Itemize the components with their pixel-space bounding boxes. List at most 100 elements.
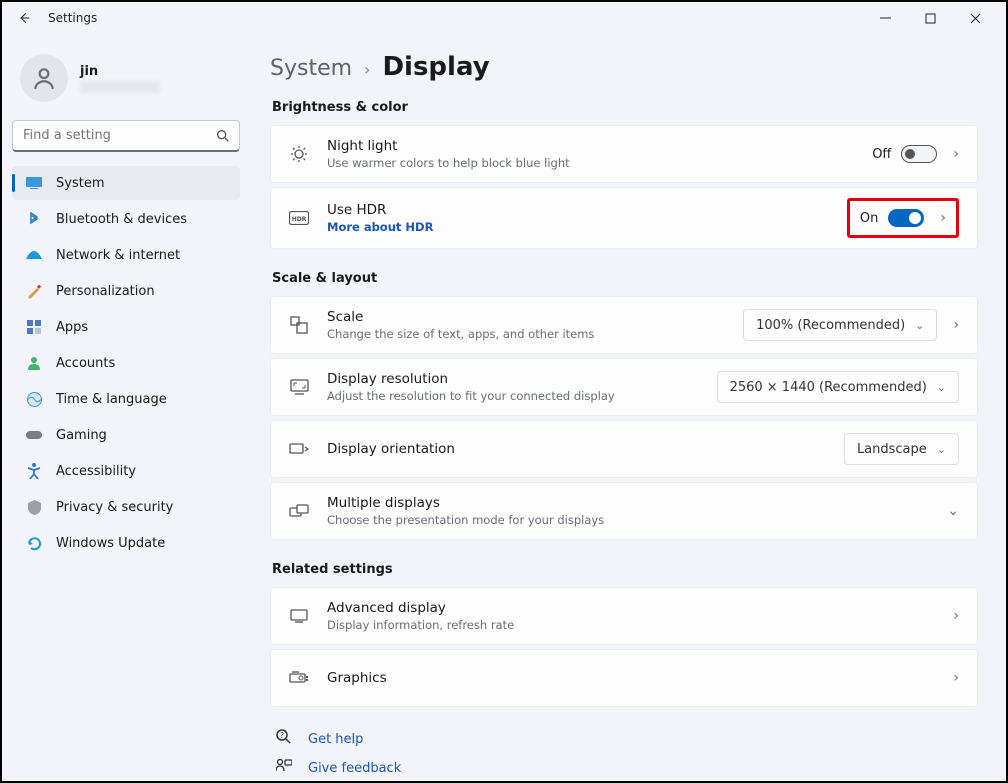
- hdr-icon: HDR: [289, 208, 309, 228]
- orientation-icon: [289, 439, 309, 459]
- chevron-right-icon: ›: [364, 60, 370, 79]
- scale-select[interactable]: 100% (Recommended) ⌄: [743, 309, 937, 341]
- scale-title: Scale: [327, 309, 743, 325]
- scale-subtitle: Change the size of text, apps, and other…: [327, 327, 743, 341]
- sidebar-item-label: Privacy & security: [56, 500, 173, 515]
- hdr-link[interactable]: More about HDR: [327, 220, 839, 234]
- minimize-button[interactable]: [863, 4, 908, 32]
- chevron-right-icon[interactable]: ›: [953, 670, 959, 686]
- sidebar-item-privacy[interactable]: Privacy & security: [12, 490, 240, 524]
- sidebar-item-label: Network & internet: [56, 248, 180, 263]
- feedback-icon: [276, 759, 294, 777]
- maximize-button[interactable]: [908, 4, 953, 32]
- sidebar-item-label: Accessibility: [56, 464, 136, 479]
- breadcrumb-parent[interactable]: System: [270, 56, 352, 81]
- advanced-subtitle: Display information, refresh rate: [327, 618, 937, 632]
- graphics-row[interactable]: Graphics ›: [270, 649, 978, 707]
- orientation-row[interactable]: Display orientation Landscape ⌄: [270, 420, 978, 478]
- apps-icon: [26, 319, 42, 335]
- advanced-title: Advanced display: [327, 600, 937, 616]
- advanced-display-row[interactable]: Advanced display Display information, re…: [270, 587, 978, 645]
- chevron-down-icon: ⌄: [937, 381, 946, 394]
- sidebar-item-label: Windows Update: [56, 536, 165, 551]
- sidebar-item-gaming[interactable]: Gaming: [12, 418, 240, 452]
- multi-title: Multiple displays: [327, 495, 931, 511]
- orientation-select[interactable]: Landscape ⌄: [844, 433, 959, 465]
- help-icon: ?: [276, 729, 294, 749]
- night-light-icon: [289, 144, 309, 164]
- night-light-row[interactable]: Night light Use warmer colors to help bl…: [270, 125, 978, 183]
- avatar-icon: [20, 54, 68, 102]
- sidebar-item-label: System: [56, 176, 104, 191]
- personalization-icon: [26, 283, 42, 299]
- page-title: Display: [382, 52, 489, 82]
- sidebar-item-accessibility[interactable]: Accessibility: [12, 454, 240, 488]
- svg-text:HDR: HDR: [292, 216, 307, 223]
- resolution-subtitle: Adjust the resolution to fit your connec…: [327, 389, 717, 403]
- hdr-title: Use HDR: [327, 202, 839, 218]
- chevron-right-icon[interactable]: ›: [953, 317, 959, 333]
- search-input[interactable]: [23, 128, 215, 143]
- network-icon: [26, 247, 42, 263]
- chevron-down-icon[interactable]: ⌄: [947, 503, 959, 519]
- search-input-container[interactable]: [12, 120, 240, 152]
- hdr-highlight: On ›: [847, 198, 959, 238]
- time-icon: [26, 391, 42, 407]
- search-icon: [215, 128, 231, 144]
- night-light-title: Night light: [327, 138, 872, 154]
- sidebar-item-time[interactable]: Time & language: [12, 382, 240, 416]
- close-button[interactable]: [953, 4, 998, 32]
- chevron-down-icon: ⌄: [937, 443, 946, 456]
- resolution-icon: [289, 377, 309, 397]
- user-profile[interactable]: jin: [12, 44, 240, 120]
- sidebar-item-system[interactable]: System: [12, 166, 240, 200]
- accessibility-icon: [26, 463, 42, 479]
- hdr-toggle[interactable]: [888, 209, 924, 227]
- sidebar-item-update[interactable]: Windows Update: [12, 526, 240, 560]
- multiple-displays-icon: [289, 501, 309, 521]
- orientation-title: Display orientation: [327, 441, 844, 457]
- scale-icon: [289, 315, 309, 335]
- window-title: Settings: [48, 11, 97, 25]
- sidebar-item-accounts[interactable]: Accounts: [12, 346, 240, 380]
- section-related-label: Related settings: [272, 562, 978, 577]
- section-brightness-label: Brightness & color: [272, 100, 978, 115]
- sidebar-item-personalization[interactable]: Personalization: [12, 274, 240, 308]
- sidebar-item-label: Gaming: [56, 428, 107, 443]
- update-icon: [26, 535, 42, 551]
- sidebar-item-label: Apps: [56, 320, 88, 335]
- bluetooth-icon: [26, 211, 42, 227]
- graphics-icon: [289, 668, 309, 688]
- multiple-displays-row[interactable]: Multiple displays Choose the presentatio…: [270, 482, 978, 540]
- give-feedback-link[interactable]: Give feedback: [276, 759, 978, 777]
- sidebar-item-label: Personalization: [56, 284, 155, 299]
- sidebar-item-label: Bluetooth & devices: [56, 212, 187, 227]
- night-light-toggle[interactable]: [901, 145, 937, 163]
- sidebar-item-label: Accounts: [56, 356, 115, 371]
- chevron-right-icon[interactable]: ›: [953, 608, 959, 624]
- resolution-select[interactable]: 2560 × 1440 (Recommended) ⌄: [717, 371, 959, 403]
- chevron-right-icon[interactable]: ›: [940, 210, 946, 226]
- back-button[interactable]: [10, 4, 38, 32]
- svg-text:?: ?: [280, 731, 284, 740]
- system-icon: [26, 175, 42, 191]
- scale-row[interactable]: Scale Change the size of text, apps, and…: [270, 296, 978, 354]
- section-scale-label: Scale & layout: [272, 271, 978, 286]
- multi-subtitle: Choose the presentation mode for your di…: [327, 513, 931, 527]
- resolution-title: Display resolution: [327, 371, 717, 387]
- get-help-link[interactable]: ? Get help: [276, 729, 978, 749]
- night-light-subtitle: Use warmer colors to help block blue lig…: [327, 156, 872, 170]
- sidebar-item-label: Time & language: [56, 392, 167, 407]
- privacy-icon: [26, 499, 42, 515]
- sidebar-item-network[interactable]: Network & internet: [12, 238, 240, 272]
- sidebar-item-bluetooth[interactable]: Bluetooth & devices: [12, 202, 240, 236]
- use-hdr-row[interactable]: HDR Use HDR More about HDR On ›: [270, 187, 978, 249]
- chevron-down-icon: ⌄: [915, 319, 924, 332]
- resolution-row[interactable]: Display resolution Adjust the resolution…: [270, 358, 978, 416]
- accounts-icon: [26, 355, 42, 371]
- sidebar-item-apps[interactable]: Apps: [12, 310, 240, 344]
- advanced-display-icon: [289, 606, 309, 626]
- chevron-right-icon[interactable]: ›: [953, 146, 959, 162]
- night-light-toggle-label: Off: [872, 147, 891, 162]
- graphics-title: Graphics: [327, 670, 937, 686]
